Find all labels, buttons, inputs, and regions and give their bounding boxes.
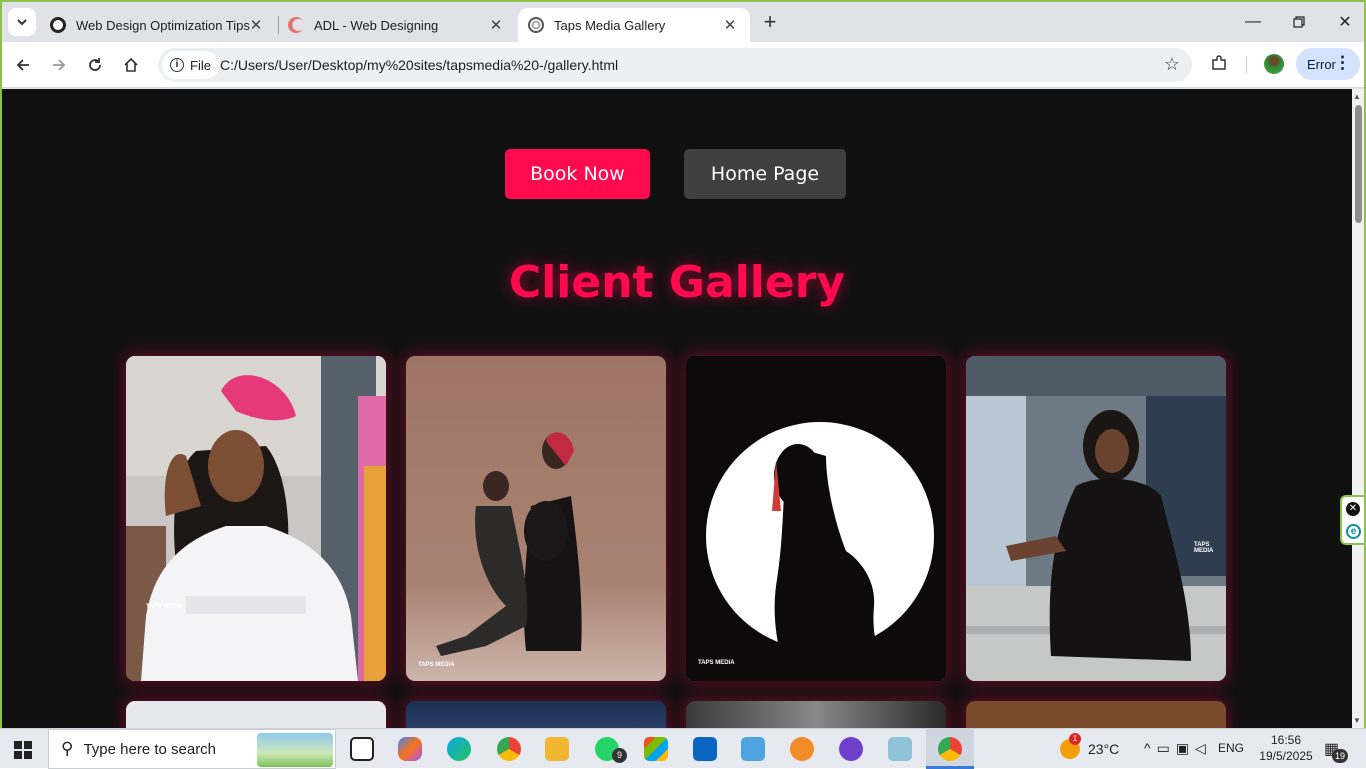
copilot-icon[interactable] <box>398 737 422 761</box>
fl-studio-icon[interactable] <box>790 737 814 761</box>
gallery-photo-1[interactable]: TAPS MEDIA <box>126 356 386 681</box>
page-content: Book Now Home Page Client Gallery TAPS M… <box>2 89 1352 728</box>
extensions-icon[interactable] <box>1210 54 1228 77</box>
tab-search-dropdown[interactable] <box>8 8 36 36</box>
language-indicator[interactable]: ENG <box>1218 741 1244 755</box>
search-highlight-image <box>257 733 333 767</box>
outlook-icon[interactable] <box>693 737 717 761</box>
notepad-icon[interactable] <box>888 737 912 761</box>
photo-woman-black-dress <box>966 356 1226 681</box>
network-icon[interactable]: ▣ <box>1176 740 1195 756</box>
watermark: TAPS MEDIA <box>698 660 735 666</box>
weather-temp: 23°C <box>1088 741 1120 757</box>
browser-toolbar: i File C:/Users/User/Desktop/my%20sites/… <box>2 42 1364 88</box>
close-window-icon[interactable]: ✕ <box>1322 8 1364 36</box>
weather-sun-icon: 1 <box>1060 733 1081 759</box>
chip-label: File <box>190 57 211 73</box>
home-icon[interactable] <box>118 52 144 78</box>
file-explorer-icon[interactable] <box>545 737 569 761</box>
tab-adl-web-designing[interactable]: ADL - Web Designing ✕ <box>278 8 516 42</box>
tab-strip: Web Design Optimization Tips ✕ ADL - Web… <box>2 2 1364 42</box>
clock[interactable]: 16:56 19/5/2025 <box>1256 732 1316 764</box>
search-placeholder: Type here to search <box>83 740 217 758</box>
gallery-photo-8[interactable] <box>966 701 1226 728</box>
reload-icon[interactable] <box>82 52 108 78</box>
home-page-button[interactable]: Home Page <box>684 149 846 199</box>
volume-icon[interactable]: ◁ <box>1195 740 1212 756</box>
scroll-thumb[interactable] <box>1355 105 1362 223</box>
close-icon[interactable]: ✕ <box>488 16 504 34</box>
clock-time: 16:56 <box>1270 733 1302 747</box>
gallery-title: Client Gallery <box>508 257 846 308</box>
weather-widget[interactable]: 1 23°C <box>1060 733 1120 759</box>
scroll-down-icon[interactable]: ▼ <box>1353 716 1361 725</box>
profile-error-button[interactable]: Error ⋮ <box>1296 48 1360 80</box>
more-menu-icon: ⋮ <box>1334 53 1351 72</box>
minimize-icon[interactable]: — <box>1230 8 1276 36</box>
tab-title: Web Design Optimization Tips <box>76 17 250 33</box>
site-info-chip[interactable]: i File <box>162 51 219 79</box>
close-icon[interactable]: ✕ <box>722 16 738 34</box>
extension-e-icon[interactable]: e <box>1346 524 1361 539</box>
adl-icon <box>288 17 304 33</box>
side-widget: ✕ e <box>1340 495 1364 545</box>
gallery-photo-2[interactable]: TAPS MEDIA <box>406 356 666 681</box>
bookmark-star-icon[interactable]: ☆ <box>1164 54 1180 75</box>
notification-count: 19 <box>1332 749 1348 763</box>
weather-badge: 1 <box>1069 733 1081 745</box>
tab-taps-media-gallery[interactable]: Taps Media Gallery ✕ <box>518 8 750 42</box>
media-player-icon[interactable] <box>741 737 765 761</box>
browser-window: Web Design Optimization Tips ✕ ADL - Web… <box>0 0 1366 728</box>
info-icon: i <box>170 58 184 72</box>
windows-start-icon[interactable] <box>14 741 32 764</box>
github-desktop-icon[interactable] <box>839 737 863 761</box>
url-text[interactable]: C:/Users/User/Desktop/my%20sites/tapsmed… <box>220 57 618 73</box>
gallery-photo-4[interactable]: TAPS MEDIA <box>966 356 1226 681</box>
toolbar-divider <box>1246 56 1247 74</box>
page-scrollbar[interactable]: ▲ ▼ <box>1352 89 1364 728</box>
system-tray[interactable]: ^▭▣◁ <box>1144 740 1212 757</box>
chevron-up-icon[interactable]: ^ <box>1144 740 1157 756</box>
restore-icon[interactable] <box>1276 8 1322 36</box>
gallery-photo-3[interactable]: TAPS MEDIA <box>686 356 946 681</box>
error-label: Error <box>1307 56 1336 72</box>
tab-title: Taps Media Gallery <box>554 17 666 33</box>
book-now-button[interactable]: Book Now <box>505 149 650 199</box>
close-icon[interactable]: ✕ <box>248 16 264 34</box>
gallery-photo-7[interactable] <box>686 701 946 728</box>
forward-arrow-icon[interactable] <box>46 52 72 78</box>
photo-woman-white-dress <box>126 356 386 681</box>
tab-title: ADL - Web Designing <box>314 17 439 33</box>
photo-maternity-silhouette <box>686 356 946 681</box>
task-view-icon[interactable] <box>350 737 374 761</box>
gallery-photo-5[interactable] <box>126 701 386 728</box>
chatgpt-icon <box>50 17 66 33</box>
taskbar-search-box[interactable]: ⚲ Type here to search <box>48 729 336 769</box>
battery-icon[interactable]: ▭ <box>1157 740 1176 756</box>
photo-couple-maternity <box>406 356 666 681</box>
gallery-photo-6[interactable] <box>406 701 666 728</box>
whatsapp-badge: 9 <box>612 748 627 763</box>
edge-icon[interactable] <box>447 737 471 761</box>
chrome-active-taskbar-item[interactable] <box>926 729 974 769</box>
tab-web-design-tips[interactable]: Web Design Optimization Tips ✕ <box>40 8 276 42</box>
chevron-down-icon <box>17 19 27 26</box>
back-arrow-icon[interactable] <box>10 52 36 78</box>
chrome-icon <box>938 737 962 761</box>
globe-icon <box>528 17 544 33</box>
clock-date: 19/5/2025 <box>1259 749 1313 763</box>
watermark: TAPS MEDIA <box>1194 542 1214 554</box>
windows-taskbar: ⚲ Type here to search 9 1 23°C ^▭▣◁ ENG … <box>0 728 1366 769</box>
search-icon: ⚲ <box>61 739 74 758</box>
chrome-icon[interactable] <box>497 737 521 761</box>
close-circle-icon[interactable]: ✕ <box>1346 502 1360 516</box>
watermark: TAPS MEDIA <box>418 662 455 668</box>
profile-avatar[interactable] <box>1264 54 1284 74</box>
new-tab-icon[interactable]: + <box>758 10 782 34</box>
scroll-up-icon[interactable]: ▲ <box>1353 92 1361 101</box>
watermark: TAPS MEDIA <box>146 604 183 610</box>
address-bar[interactable]: i File C:/Users/User/Desktop/my%20sites/… <box>158 48 1192 82</box>
microsoft-store-icon[interactable] <box>644 737 668 761</box>
